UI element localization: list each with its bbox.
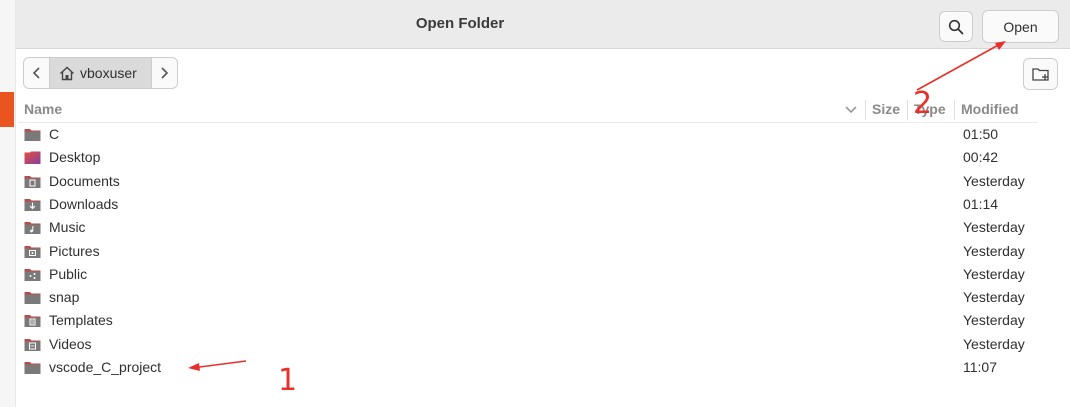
folder-icon [24, 362, 41, 374]
file-row[interactable]: Desktop 00:42 [18, 146, 1038, 169]
file-modified: Yesterday [963, 289, 1025, 306]
sort-chevron-icon[interactable] [845, 105, 857, 115]
home-icon [60, 66, 74, 80]
file-name: Public [49, 265, 88, 282]
new-folder-icon [1031, 68, 1049, 81]
path-crumb-home[interactable]: vboxuser [49, 58, 152, 88]
public-folder-icon [24, 268, 41, 281]
file-name: Documents [49, 172, 120, 189]
path-bar: vboxuser [23, 57, 178, 89]
downloads-folder-icon [24, 198, 41, 211]
folder-icon [24, 292, 41, 305]
annotation-label-2: 2 [913, 86, 933, 121]
file-row[interactable]: Downloads 01:14 [18, 193, 1038, 216]
file-name: Music [49, 219, 86, 236]
file-name: Templates [49, 312, 113, 329]
forward-button[interactable] [152, 58, 177, 88]
column-header-modified[interactable]: Modified [961, 96, 1019, 122]
file-row[interactable]: snap Yesterday [18, 286, 1038, 309]
file-row[interactable]: Documents Yesterday [18, 170, 1038, 193]
file-name: Desktop [49, 149, 101, 166]
file-name: Videos [49, 335, 92, 352]
path-crumb-label: vboxuser [80, 65, 137, 81]
dialog-title: Open Folder [415, 15, 505, 32]
file-name: vscode_C_project [49, 359, 162, 375]
sidebar-selected-indicator [0, 92, 14, 127]
file-modified: Yesterday [963, 172, 1025, 189]
file-row[interactable]: Public Yesterday [18, 263, 1038, 286]
file-name: snap [49, 289, 80, 306]
column-header-name-label: Name [24, 101, 63, 117]
column-separator [865, 100, 866, 120]
documents-folder-icon [24, 175, 41, 188]
sidebar-strip [0, 0, 16, 407]
file-row[interactable]: Videos Yesterday [18, 333, 1038, 356]
column-header-size-label: Size [872, 101, 901, 117]
folder-icon [24, 129, 41, 141]
desktop-folder-icon [24, 151, 41, 165]
file-modified: 11:07 [963, 359, 997, 375]
column-header-size[interactable]: Size [872, 96, 900, 122]
file-modified: Yesterday [963, 312, 1025, 329]
music-folder-icon [24, 222, 41, 235]
file-modified: 00:42 [963, 149, 999, 166]
file-modified: Yesterday [963, 265, 1025, 282]
file-name: Pictures [49, 242, 100, 259]
file-modified: Yesterday [963, 242, 1025, 259]
file-modified: 01:50 [963, 126, 999, 142]
open-button[interactable]: Open [982, 10, 1059, 43]
annotation-arrow-2 [916, 42, 1003, 91]
column-separator [954, 100, 955, 120]
search-button[interactable] [939, 11, 973, 42]
column-header-name[interactable]: Name [24, 96, 844, 122]
templates-folder-icon [24, 315, 41, 328]
back-button[interactable] [24, 58, 49, 88]
videos-folder-icon [24, 338, 41, 351]
chevron-right-icon [161, 67, 169, 79]
file-row[interactable]: vscode_C_project 11:07 [18, 356, 1038, 379]
file-row[interactable]: Pictures Yesterday [18, 240, 1038, 263]
new-folder-button[interactable] [1023, 58, 1058, 90]
file-row[interactable]: Music Yesterday [18, 216, 1038, 239]
pictures-folder-icon [24, 245, 41, 258]
file-modified: 01:14 [963, 195, 999, 212]
annotation-label-1: 1 [278, 363, 298, 398]
file-name: Downloads [49, 195, 119, 212]
file-row[interactable]: Templates Yesterday [18, 309, 1038, 332]
column-header-modified-label: Modified [961, 101, 1019, 117]
file-modified: Yesterday [963, 335, 1025, 352]
chevron-left-icon [32, 67, 40, 79]
column-separator [907, 100, 908, 120]
file-row[interactable]: C 01:50 [18, 123, 1038, 146]
header-bar: Open Folder Open [0, 0, 1070, 49]
file-name: C [49, 126, 60, 142]
search-icon [948, 19, 964, 34]
file-modified: Yesterday [963, 219, 1025, 236]
